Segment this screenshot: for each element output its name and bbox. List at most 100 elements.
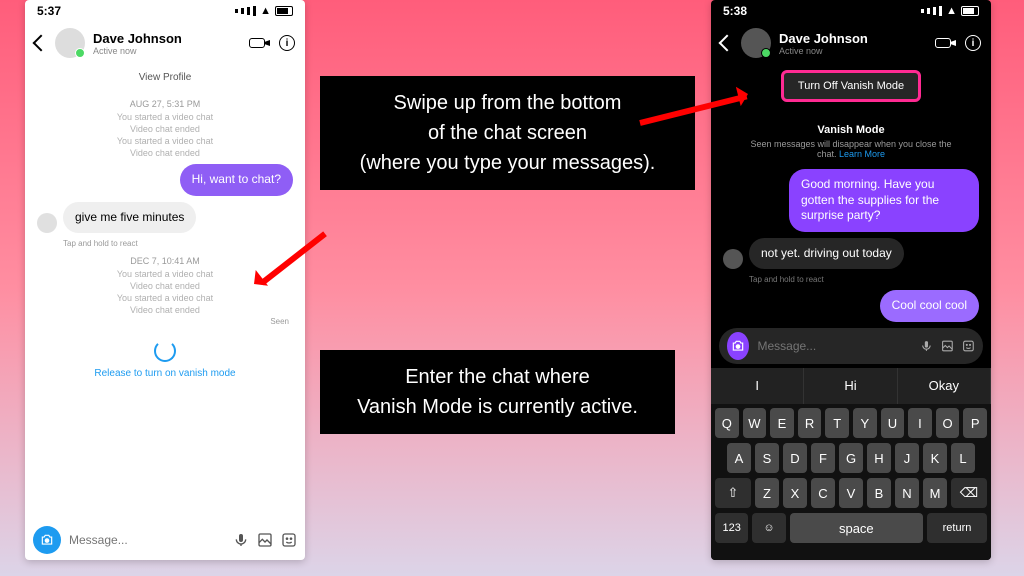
sent-message[interactable]: Cool cool cool [880, 290, 979, 322]
sent-message[interactable]: Hi, want to chat? [180, 164, 293, 196]
vanish-mode-subtitle: Seen messages will disappear when you cl… [743, 139, 959, 159]
message-bar [719, 328, 983, 364]
return-key[interactable]: return [927, 513, 987, 543]
active-status: Active now [779, 46, 868, 56]
space-key[interactable]: space [790, 513, 923, 543]
suggestion[interactable]: Hi [804, 368, 897, 404]
chat-body[interactable]: Vanish Mode Seen messages will disappear… [711, 114, 991, 343]
back-icon[interactable] [33, 35, 50, 52]
system-message: Video chat ended [37, 305, 293, 315]
key-t[interactable]: T [825, 408, 849, 438]
view-profile-button[interactable]: View Profile [37, 68, 293, 91]
key-w[interactable]: W [743, 408, 767, 438]
key-v[interactable]: V [839, 478, 863, 508]
system-message: Video chat ended [37, 148, 293, 158]
key-z[interactable]: Z [755, 478, 779, 508]
turn-off-vanish-button[interactable]: Turn Off Vanish Mode [781, 70, 921, 102]
key-h[interactable]: H [867, 443, 891, 473]
vanish-mode-title: Vanish Mode [723, 124, 979, 136]
key-k[interactable]: K [923, 443, 947, 473]
back-icon[interactable] [719, 35, 736, 52]
key-l[interactable]: L [951, 443, 975, 473]
key-y[interactable]: Y [853, 408, 877, 438]
video-call-icon[interactable] [935, 38, 951, 48]
key-q[interactable]: Q [715, 408, 739, 438]
wifi-icon: ▲ [260, 5, 271, 17]
status-bar: 5:38 ▲ [711, 0, 991, 22]
sticker-icon[interactable] [281, 532, 297, 548]
sender-avatar [723, 249, 743, 269]
gallery-icon[interactable] [257, 532, 273, 548]
key-a[interactable]: A [727, 443, 751, 473]
time: 5:37 [37, 4, 61, 18]
message-input[interactable] [757, 339, 912, 353]
status-bar: 5:37 ▲ [25, 0, 305, 22]
avatar[interactable] [55, 28, 85, 58]
battery-icon [275, 6, 293, 16]
camera-button[interactable] [33, 526, 61, 554]
keyboard: QWERTYUIOP ASDFGHJKL ⇧ ZXCVBNM ⌫ 123 ☺ s… [711, 404, 991, 560]
info-icon[interactable]: i [279, 35, 295, 51]
vanish-release-text: Release to turn on vanish mode [37, 368, 293, 379]
key-n[interactable]: N [895, 478, 919, 508]
cell-signal-icon [235, 6, 256, 16]
phone-dark: 5:38 ▲ Dave Johnson Active now i Turn Of… [711, 0, 991, 560]
key-u[interactable]: U [881, 408, 905, 438]
suggestion[interactable]: I [711, 368, 804, 404]
sent-message[interactable]: Good morning. Have you gotten the suppli… [789, 169, 979, 232]
received-message[interactable]: not yet. driving out today [749, 238, 904, 270]
keyboard-suggestions: I Hi Okay [711, 368, 991, 404]
key-s[interactable]: S [755, 443, 779, 473]
key-i[interactable]: I [908, 408, 932, 438]
key-g[interactable]: G [839, 443, 863, 473]
message-input[interactable] [69, 533, 225, 547]
sticker-icon[interactable] [962, 338, 975, 354]
caption-swipe: Swipe up from the bottomof the chat scre… [320, 76, 695, 190]
shift-key[interactable]: ⇧ [715, 478, 751, 508]
system-message: You started a video chat [37, 293, 293, 303]
key-j[interactable]: J [895, 443, 919, 473]
key-x[interactable]: X [783, 478, 807, 508]
system-message: Video chat ended [37, 281, 293, 291]
suggestion[interactable]: Okay [898, 368, 991, 404]
time: 5:38 [723, 4, 747, 18]
battery-icon [961, 6, 979, 16]
mic-icon[interactable] [233, 532, 249, 548]
react-hint: Tap and hold to react [63, 239, 293, 248]
timestamp: DEC 7, 10:41 AM [37, 256, 293, 266]
chat-header: Dave Johnson Active now i [711, 22, 991, 64]
key-e[interactable]: E [770, 408, 794, 438]
timestamp: AUG 27, 5:31 PM [37, 99, 293, 109]
system-message: You started a video chat [37, 269, 293, 279]
key-d[interactable]: D [783, 443, 807, 473]
key-o[interactable]: O [936, 408, 960, 438]
key-b[interactable]: B [867, 478, 891, 508]
numbers-key[interactable]: 123 [715, 513, 748, 543]
avatar[interactable] [741, 28, 771, 58]
emoji-key[interactable]: ☺ [752, 513, 785, 543]
seen-label: Seen [41, 317, 289, 326]
phone-light: 5:37 ▲ Dave Johnson Active now i View Pr… [25, 0, 305, 560]
key-f[interactable]: F [811, 443, 835, 473]
react-hint: Tap and hold to react [749, 275, 979, 284]
vanish-spinner [154, 340, 176, 362]
key-r[interactable]: R [798, 408, 822, 438]
mic-icon[interactable] [920, 338, 933, 354]
key-p[interactable]: P [963, 408, 987, 438]
video-call-icon[interactable] [249, 38, 265, 48]
backspace-key[interactable]: ⌫ [951, 478, 987, 508]
system-message: You started a video chat [37, 136, 293, 146]
key-m[interactable]: M [923, 478, 947, 508]
key-c[interactable]: C [811, 478, 835, 508]
gallery-icon[interactable] [941, 338, 954, 354]
active-status: Active now [93, 46, 182, 56]
received-message[interactable]: give me five minutes [63, 202, 196, 234]
camera-button[interactable] [727, 332, 749, 360]
chat-body[interactable]: View Profile AUG 27, 5:31 PM You started… [25, 64, 305, 383]
wifi-icon: ▲ [946, 5, 957, 17]
system-message: You started a video chat [37, 112, 293, 122]
chat-name: Dave Johnson [779, 31, 868, 46]
info-icon[interactable]: i [965, 35, 981, 51]
system-message: Video chat ended [37, 124, 293, 134]
learn-more-link[interactable]: Learn More [839, 149, 885, 159]
